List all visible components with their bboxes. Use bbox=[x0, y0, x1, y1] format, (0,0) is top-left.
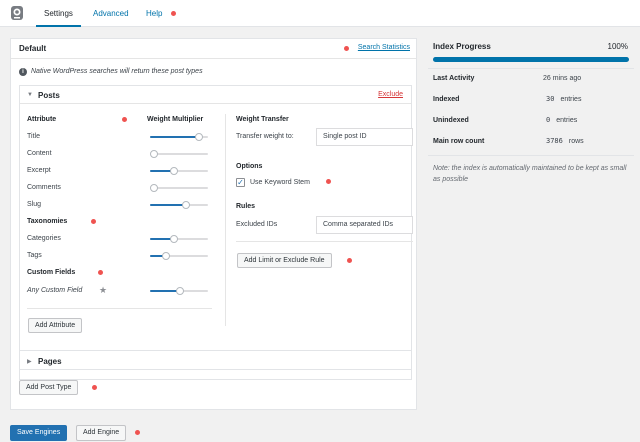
add-attribute-button[interactable]: Add Attribute bbox=[28, 318, 83, 333]
stat-label: Last Activity bbox=[433, 75, 475, 82]
index-progress-bar bbox=[433, 57, 629, 62]
checkmark-icon: ✓ bbox=[237, 178, 244, 187]
save-engines-button[interactable]: Save Engines bbox=[10, 425, 68, 441]
taxonomy-label: Categories bbox=[27, 235, 61, 242]
stats-marker-dot bbox=[344, 46, 349, 51]
stat-label: Unindexed bbox=[433, 117, 469, 124]
divider bbox=[27, 308, 212, 309]
tab-help[interactable]: Help bbox=[138, 0, 170, 27]
exclude-link[interactable]: Exclude bbox=[378, 91, 403, 98]
custom-fields-marker-dot bbox=[98, 270, 103, 275]
post-type-marker-dot bbox=[92, 385, 97, 390]
tab-settings[interactable]: Settings bbox=[36, 0, 81, 27]
weight-slider[interactable] bbox=[150, 133, 208, 141]
index-note: Note: the index is automatically maintai… bbox=[433, 165, 627, 183]
engine-panel: Default Search Statistics i Native WordP… bbox=[10, 38, 417, 410]
attribute-label: Content bbox=[27, 150, 52, 157]
transfer-weight-select[interactable]: Single post ID bbox=[316, 128, 413, 146]
weight-slider[interactable] bbox=[150, 252, 208, 260]
excluded-ids-input[interactable]: Comma separated IDs bbox=[316, 216, 413, 234]
post-type-posts: ▼ Posts Exclude Attribute Weight Multipl… bbox=[19, 85, 413, 380]
add-limit-exclude-rule-button[interactable]: Add Limit or Exclude Rule bbox=[237, 253, 332, 268]
attribute-label: Comments bbox=[27, 184, 61, 191]
stat-label: Indexed bbox=[433, 96, 460, 103]
taxonomies-header: Taxonomies bbox=[27, 218, 68, 225]
index-progress-percent: 100% bbox=[607, 42, 628, 51]
attribute-marker-dot bbox=[122, 117, 127, 122]
search-statistics-link[interactable]: Search Statistics bbox=[358, 44, 410, 51]
engine-marker-dot bbox=[135, 430, 140, 435]
transfer-weight-label: Transfer weight to: bbox=[236, 133, 294, 140]
keyword-stem-label: Use Keyword Stem bbox=[250, 179, 310, 186]
posts-title: Posts bbox=[38, 91, 60, 100]
weight-slider[interactable] bbox=[150, 167, 208, 175]
stat-unit: entries bbox=[556, 117, 578, 124]
weight-slider[interactable] bbox=[150, 150, 208, 158]
index-progress-fill bbox=[433, 57, 629, 62]
top-bar: Settings Advanced Help bbox=[0, 0, 640, 27]
stat-unit: rows bbox=[568, 138, 584, 145]
weight-slider[interactable] bbox=[150, 184, 208, 192]
engine-notice: Native WordPress searches will return th… bbox=[31, 68, 203, 75]
weight-slider[interactable] bbox=[150, 201, 208, 209]
divider bbox=[428, 68, 634, 69]
rules-marker-dot bbox=[347, 258, 352, 263]
info-icon: i bbox=[19, 68, 27, 76]
attribute-header: Attribute bbox=[27, 116, 57, 123]
attribute-label: Excerpt bbox=[27, 167, 51, 174]
caret-right-icon[interactable]: ▶ bbox=[27, 358, 32, 365]
add-engine-button[interactable]: Add Engine bbox=[76, 425, 127, 441]
custom-fields-header: Custom Fields bbox=[27, 269, 76, 276]
searchwp-logo-icon bbox=[11, 6, 23, 20]
weight-slider[interactable] bbox=[150, 287, 208, 295]
stat-code: 0 bbox=[543, 116, 554, 124]
weight-multiplier-header: Weight Multiplier bbox=[147, 116, 204, 123]
divider bbox=[236, 241, 413, 242]
rules-header: Rules bbox=[236, 203, 256, 210]
keyword-stem-checkbox[interactable]: ✓ bbox=[236, 178, 245, 187]
stat-label: Main row count bbox=[433, 138, 485, 145]
tab-advanced[interactable]: Advanced bbox=[85, 0, 137, 27]
taxonomies-marker-dot bbox=[91, 219, 96, 224]
engine-header: Default Search Statistics bbox=[11, 39, 416, 59]
excluded-ids-label: Excluded IDs bbox=[236, 221, 278, 228]
index-progress-title: Index Progress bbox=[433, 42, 491, 51]
star-icon: ★ bbox=[99, 285, 108, 295]
stat-value: 26 mins ago bbox=[543, 75, 582, 82]
column-divider bbox=[225, 114, 226, 326]
caret-down-icon[interactable]: ▼ bbox=[27, 92, 33, 98]
options-marker-dot bbox=[326, 179, 331, 184]
stat-value: 3786 rows bbox=[543, 137, 584, 145]
weight-transfer-header: Weight Transfer bbox=[236, 116, 289, 123]
posts-header[interactable]: ▼ Posts Exclude bbox=[20, 86, 411, 104]
stat-code: 30 bbox=[543, 95, 558, 103]
post-type-pages[interactable]: ▶ Pages bbox=[19, 350, 412, 370]
stat-unit: entries bbox=[560, 96, 582, 103]
stat-value: 30 entries bbox=[543, 95, 581, 103]
custom-field-label: Any Custom Field bbox=[27, 287, 83, 294]
add-post-type-button[interactable]: Add Post Type bbox=[19, 380, 79, 395]
options-header: Options bbox=[236, 163, 263, 170]
attribute-label: Title bbox=[27, 133, 40, 140]
engine-title: Default bbox=[19, 44, 47, 53]
stat-value: 0 entries bbox=[543, 116, 577, 124]
help-marker-dot bbox=[171, 11, 176, 16]
attribute-label: Slug bbox=[27, 201, 42, 208]
divider bbox=[428, 155, 634, 156]
stat-code: 3786 bbox=[543, 137, 566, 145]
weight-slider[interactable] bbox=[150, 235, 208, 243]
pages-title: Pages bbox=[38, 357, 62, 366]
taxonomy-label: Tags bbox=[27, 252, 42, 259]
